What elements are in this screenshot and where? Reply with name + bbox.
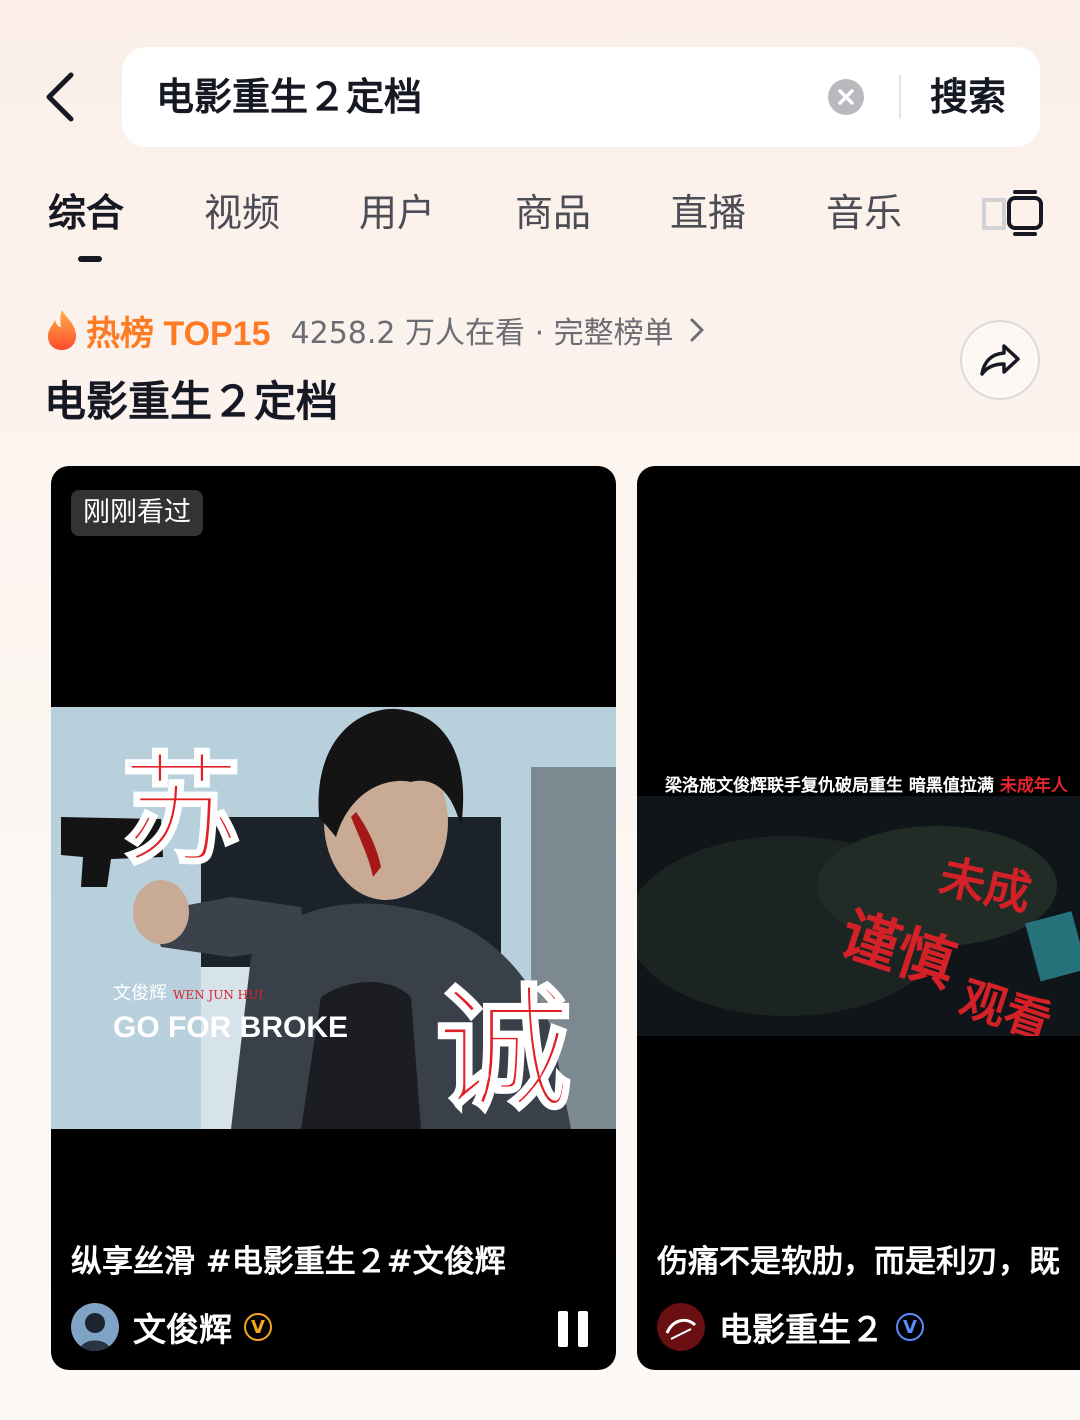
- active-tab-indicator: [78, 256, 102, 262]
- video-caption: 伤痛不是软肋，而是利刃，既: [657, 1244, 1060, 1280]
- tab-products[interactable]: 商品: [515, 180, 591, 246]
- author-row[interactable]: 电影重生２ V: [657, 1302, 924, 1352]
- author-name[interactable]: 电影重生２: [719, 1303, 884, 1351]
- hot-list-title: 热榜 TOP15: [86, 314, 271, 353]
- video-thumbnail[interactable]: 未成 谨慎 观看: [637, 796, 1080, 1036]
- video-card[interactable]: 刚刚看过 苏 诚 文俊辉 WEN JUN HUI GO FOR BROKE 纵享: [51, 466, 616, 1370]
- recently-viewed-badge: 刚刚看过: [71, 490, 203, 536]
- back-arrow-icon: [46, 72, 74, 122]
- overlay-text-warning: 未成年人: [999, 776, 1068, 796]
- clear-icon: [838, 89, 854, 105]
- search-divider: [899, 75, 901, 119]
- pause-icon-bar: [578, 1311, 588, 1347]
- thumb-name-en: WEN JUN HUI: [173, 988, 263, 1002]
- share-icon: [980, 344, 1020, 376]
- avatar[interactable]: [657, 1303, 705, 1351]
- video-thumbnail[interactable]: 苏 诚 文俊辉 WEN JUN HUI GO FOR BROKE: [51, 707, 616, 1129]
- clear-button[interactable]: [828, 79, 864, 115]
- thumb-char-1: 苏: [121, 740, 241, 881]
- thumb-tagline: GO FOR BROKE: [113, 1011, 348, 1044]
- avatar[interactable]: [71, 1303, 119, 1351]
- hot-list-row[interactable]: 热榜 TOP15 4258.2 万人在看 · 完整榜单: [44, 305, 706, 355]
- search-tabs: 综合 视频 用户 商品 直播 音乐: [0, 180, 1080, 270]
- pause-icon: [558, 1311, 568, 1347]
- overlay-text-main: 梁洛施文俊辉联手复仇破局重生 暗黑值拉满: [665, 776, 994, 796]
- fire-icon: [48, 310, 76, 350]
- tab-general[interactable]: 综合: [48, 180, 124, 246]
- hot-list-meta[interactable]: 4258.2 万人在看 · 完整榜单: [291, 308, 674, 352]
- video-caption: 纵享丝滑 #电影重生２#文俊辉: [71, 1244, 506, 1280]
- verified-icon: V: [896, 1313, 924, 1341]
- chevron-right-icon: [690, 318, 704, 342]
- thumb-name-cn: 文俊辉: [113, 983, 167, 1004]
- author-name[interactable]: 文俊辉: [133, 1303, 232, 1351]
- search-input[interactable]: [156, 47, 796, 147]
- pause-button[interactable]: [556, 1311, 590, 1347]
- search-submit-button[interactable]: 搜索: [930, 47, 1006, 147]
- author-row[interactable]: 文俊辉 V: [71, 1302, 272, 1352]
- tab-music[interactable]: 音乐: [826, 180, 902, 246]
- tab-users[interactable]: 用户: [359, 180, 435, 246]
- back-button[interactable]: [30, 62, 90, 132]
- filter-icon[interactable]: [1003, 186, 1047, 236]
- search-box[interactable]: 搜索: [122, 47, 1040, 147]
- tab-video[interactable]: 视频: [204, 180, 280, 246]
- video-overlay-text: 梁洛施文俊辉联手复仇破局重生 暗黑值拉满 未成年人: [665, 771, 1068, 796]
- tab-live[interactable]: 直播: [670, 180, 746, 246]
- topic-title: 电影重生２定档: [44, 377, 339, 426]
- verified-icon: V: [244, 1313, 272, 1341]
- share-button[interactable]: [960, 320, 1040, 400]
- video-card[interactable]: 梁洛施文俊辉联手复仇破局重生 暗黑值拉满 未成年人 未成 谨慎 观看 伤痛不是软…: [637, 466, 1080, 1370]
- thumb-char-2: 诚: [436, 970, 571, 1129]
